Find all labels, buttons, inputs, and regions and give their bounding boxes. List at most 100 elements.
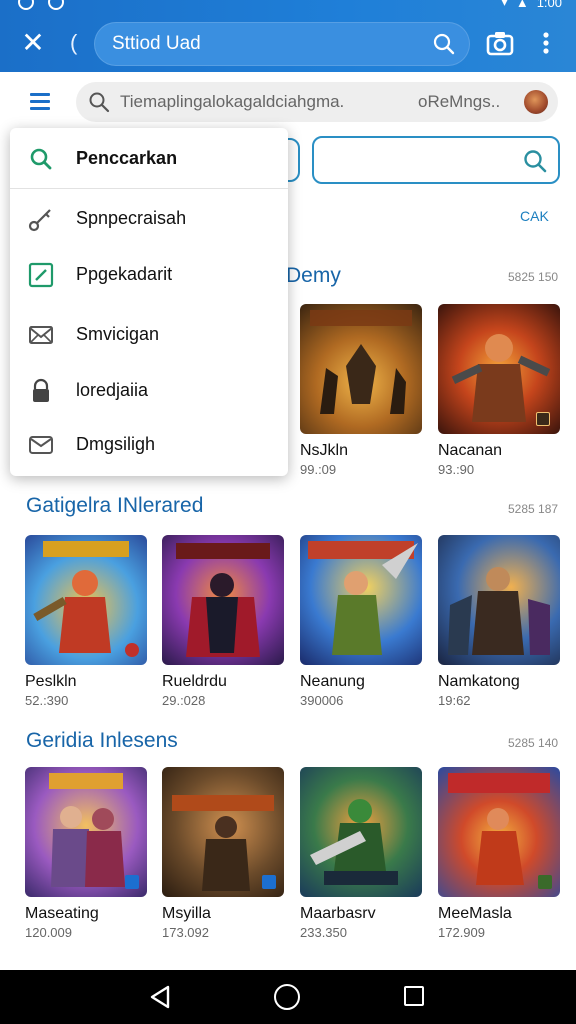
menu-divider: [10, 188, 288, 189]
status-time: 1:00: [536, 0, 562, 10]
top-search-text: Sttiod Uad: [112, 33, 201, 54]
camera-icon[interactable]: [486, 30, 514, 56]
menu-item-lock[interactable]: loredjaiia: [10, 362, 288, 418]
section-count: 5825 150: [508, 270, 559, 284]
menu-item-label: Smvicigan: [76, 324, 160, 344]
game-name: NsJkln: [300, 442, 349, 459]
game-meta: 93.:90: [438, 462, 475, 477]
game-name: Neanung: [300, 673, 365, 690]
notification-icon: [18, 0, 34, 10]
mail-icon: [29, 326, 53, 344]
game-card[interactable]: MeeMasla 172.909: [438, 767, 562, 940]
game-art: [448, 567, 550, 655]
menu-item-label: Spnpecraisah: [76, 208, 187, 228]
search-icon: [30, 148, 52, 170]
game-meta: 19:62: [438, 693, 471, 708]
section-title: Gatigelra INlerared: [26, 494, 204, 517]
more-vert-icon[interactable]: [538, 30, 554, 56]
signal-icon: ▲: [515, 0, 529, 10]
game-name: Peslkln: [25, 673, 77, 690]
game-art: [308, 541, 418, 655]
store-badge-icon: [538, 875, 552, 889]
game-meta: 390006: [300, 693, 344, 708]
store-badge-icon: [125, 643, 139, 657]
game-meta: 120.009: [25, 925, 72, 940]
close-icon[interactable]: ✕: [18, 28, 48, 58]
back-icon[interactable]: [148, 984, 172, 1010]
menu-item-key[interactable]: Spnpecraisah: [10, 190, 288, 246]
notification-icon: [48, 0, 64, 10]
game-card[interactable]: Neanung 390006: [300, 535, 424, 708]
game-name: Namkatong: [438, 673, 520, 690]
game-thumbnail: [300, 535, 422, 665]
game-meta: 233.350: [300, 925, 347, 940]
system-nav-bar: [0, 970, 576, 1024]
game-art: [310, 799, 398, 885]
game-meta: 52.:390: [25, 693, 69, 708]
see-all-link[interactable]: CAK: [520, 208, 549, 224]
game-name: Msyilla: [162, 905, 211, 922]
search-field[interactable]: Tiemaplingalokagaldciahgma. oReMngs..: [76, 82, 558, 122]
game-thumbnail: [162, 535, 284, 665]
status-bar: ▾ ▲ 1:00: [0, 0, 576, 14]
game-thumbnail: [438, 535, 560, 665]
game-name: Maarbasrv: [300, 905, 376, 922]
game-card[interactable]: NsJkln 99.:09: [300, 304, 424, 477]
game-card[interactable]: Nacanan 93.:90: [438, 304, 562, 477]
key-icon: [28, 209, 51, 232]
store-badge-icon: [262, 875, 276, 889]
game-thumbnail: [300, 767, 422, 897]
game-thumbnail: [300, 304, 422, 434]
avatar[interactable]: [524, 90, 548, 114]
home-icon[interactable]: [274, 984, 300, 1010]
game-meta: 99.:09: [300, 462, 337, 477]
search-icon: [89, 92, 110, 113]
game-card[interactable]: Peslkln 52.:390: [25, 535, 149, 708]
game-card[interactable]: Maseating 120.009: [25, 767, 149, 940]
top-search-bar[interactable]: Sttiod Uad: [94, 22, 470, 66]
search-placeholder: Tiemaplingalokagaldciahgma.: [120, 92, 345, 111]
search-icon[interactable]: [432, 32, 456, 56]
game-art: [176, 543, 270, 657]
game-card[interactable]: Rueldrdu 29.:028: [162, 535, 286, 708]
game-thumbnail: [25, 535, 147, 665]
paren-glyph: (: [70, 30, 78, 55]
store-badge-icon: [536, 412, 550, 426]
menu-item-message[interactable]: Dmgsiligh: [10, 416, 288, 472]
game-thumbnail: [25, 767, 147, 897]
game-name: MeeMasla: [438, 905, 512, 922]
recents-icon[interactable]: [404, 986, 424, 1006]
game-name: Rueldrdu: [162, 673, 227, 690]
filter-search-box[interactable]: [312, 136, 560, 184]
dropdown-menu: Penccarkan Spnpecraisah Ppgekadarit Smvi…: [10, 128, 288, 476]
game-card[interactable]: Msyilla 173.092: [162, 767, 286, 940]
edit-square-icon: [28, 262, 54, 288]
game-thumbnail: [438, 304, 560, 434]
screen: ▾ ▲ 1:00 ✕ ( Sttiod Uad Tiemaplingalokag…: [0, 0, 576, 1024]
game-thumbnail: [162, 767, 284, 897]
menu-icon[interactable]: [28, 90, 52, 112]
menu-item-label: loredjaiia: [76, 380, 149, 400]
menu-item-search[interactable]: Penccarkan: [10, 130, 288, 186]
menu-item-edit[interactable]: Ppgekadarit: [10, 246, 288, 302]
game-thumbnail: [438, 767, 560, 897]
menu-item-label: Ppgekadarit: [76, 264, 173, 284]
game-name: Maseating: [25, 905, 99, 922]
section-count: 5285 140: [508, 736, 559, 750]
lock-icon: [33, 378, 49, 402]
game-meta: 173.092: [162, 925, 209, 940]
search-icon[interactable]: [522, 148, 548, 174]
mail-icon: [29, 436, 53, 454]
game-meta: 172.909: [438, 925, 485, 940]
game-card[interactable]: Maarbasrv 233.350: [300, 767, 424, 940]
menu-item-label: Dmgsiligh: [76, 434, 156, 454]
store-badge-icon: [125, 875, 139, 889]
section-count: 5285 187: [508, 502, 559, 516]
menu-item-label: Penccarkan: [76, 148, 178, 168]
section-title: Demy: [286, 264, 341, 287]
app-bar: ▾ ▲ 1:00 ✕ ( Sttiod Uad: [0, 0, 576, 72]
game-card[interactable]: Namkatong 19:62: [438, 535, 562, 708]
menu-item-mail[interactable]: Smvicigan: [10, 306, 288, 362]
wifi-icon: ▾: [501, 0, 508, 9]
game-name: Nacanan: [438, 442, 503, 459]
